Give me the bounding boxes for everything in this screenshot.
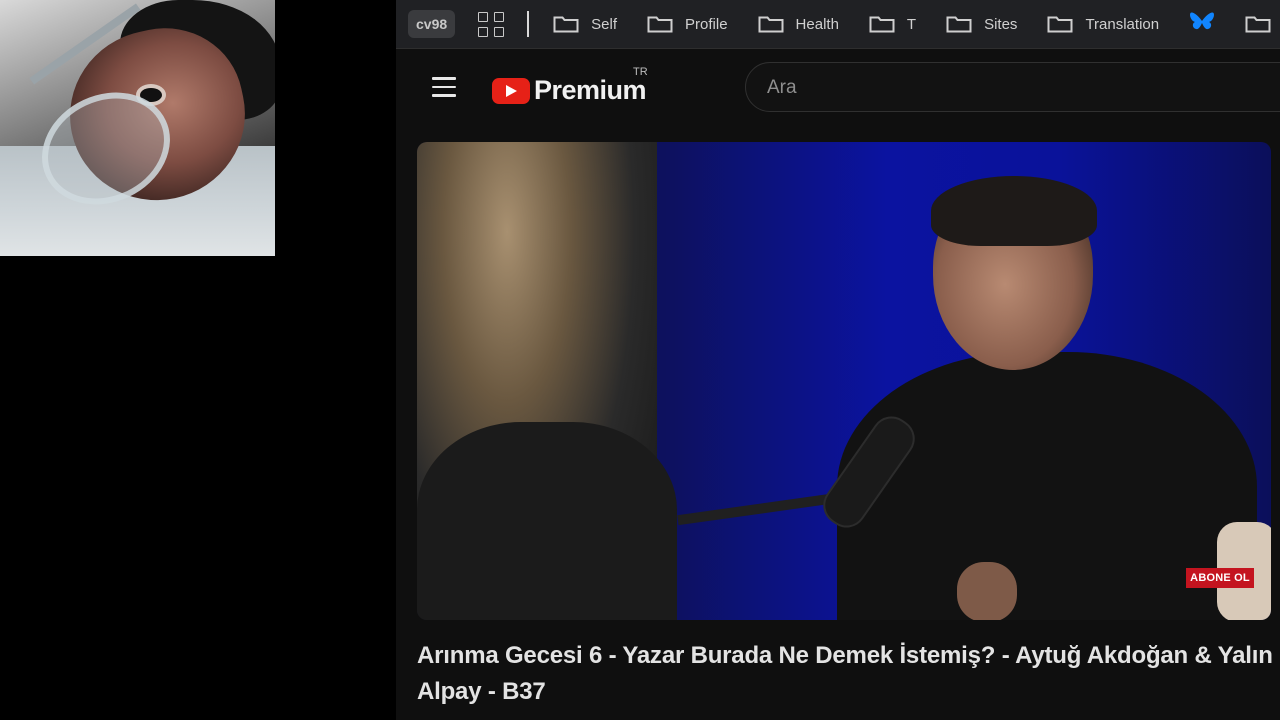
browser-window: cv98 Self Profile Health T Sites Transla… <box>396 0 1280 720</box>
folder-icon <box>647 15 673 33</box>
logo-text: Premium <box>534 75 647 105</box>
bookmark-label: Profile <box>685 15 728 33</box>
bookmarks-bar: cv98 Self Profile Health T Sites Transla… <box>396 0 1280 49</box>
folder-icon-partial[interactable] <box>1245 15 1271 33</box>
bookmark-label: Translation <box>1085 15 1160 33</box>
profile-chip[interactable]: cv98 <box>408 10 456 38</box>
bookmarks-separator <box>527 11 530 37</box>
video-person-left-body <box>417 422 677 620</box>
search-input[interactable] <box>746 63 1269 113</box>
bookmark-folder-self[interactable]: Self <box>553 15 617 33</box>
video-hand <box>957 562 1017 620</box>
folder-icon <box>758 15 784 33</box>
apps-grid-icon[interactable] <box>477 10 505 38</box>
menu-hamburger-icon[interactable] <box>432 77 456 97</box>
bookmark-folder-health[interactable]: Health <box>758 15 839 33</box>
bookmark-folder-translation[interactable]: Translation <box>1047 15 1159 33</box>
bookmark-label: Health <box>795 15 839 33</box>
bookmark-label: Self <box>591 15 618 33</box>
bookmark-folder-sites[interactable]: Sites <box>946 15 1017 33</box>
video-person-right-hair <box>931 176 1097 246</box>
youtube-premium-logo[interactable]: Premium <box>492 75 647 106</box>
webcam-overlay <box>0 0 275 256</box>
bookmark-label: T <box>906 15 917 33</box>
bookmark-label: Sites <box>984 15 1018 33</box>
folder-icon <box>946 15 972 33</box>
bookmark-folder-t[interactable]: T <box>869 15 916 33</box>
logo-region-code: TR <box>633 66 648 78</box>
subscribe-badge: ABONE OL <box>1186 568 1254 588</box>
folder-icon <box>869 15 895 33</box>
folder-icon <box>1047 15 1073 33</box>
youtube-play-icon <box>492 77 530 104</box>
bluesky-butterfly-icon[interactable] <box>1189 11 1215 38</box>
youtube-header: Premium TR <box>396 49 1280 127</box>
video-title[interactable]: Arınma Gecesi 6 - Yazar Burada Ne Demek … <box>417 638 1277 710</box>
bookmark-folder-profile[interactable]: Profile <box>647 15 728 33</box>
video-player[interactable]: ABONE OL <box>417 142 1271 620</box>
search-box[interactable] <box>745 62 1280 113</box>
folder-icon <box>553 15 579 33</box>
